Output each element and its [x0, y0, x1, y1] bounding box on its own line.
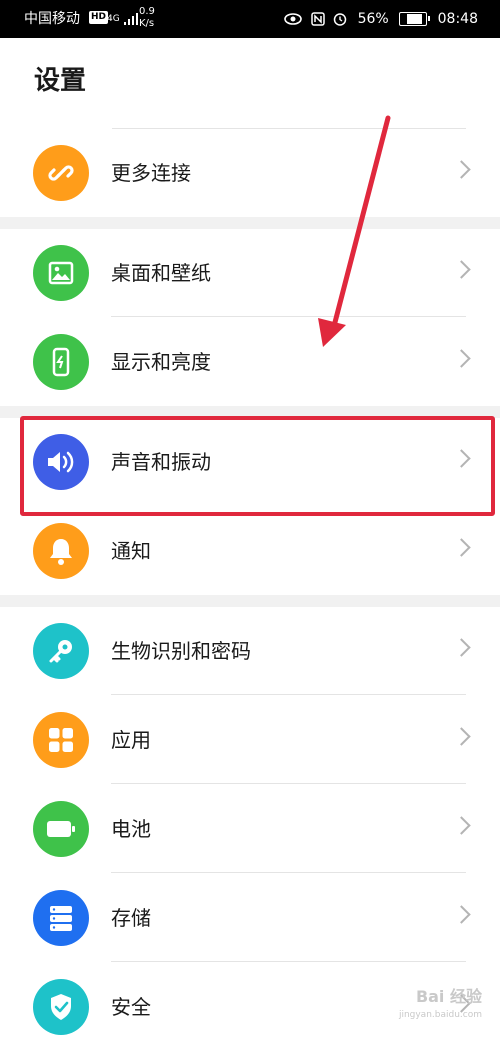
annotation-arrow [318, 115, 391, 347]
watermark-subtext: jingyan.baidu.com [398, 1010, 482, 1020]
watermark-text: Bai 经验 [415, 987, 482, 1006]
watermark: Bai 经验 jingyan.baidu.com [399, 988, 482, 1024]
